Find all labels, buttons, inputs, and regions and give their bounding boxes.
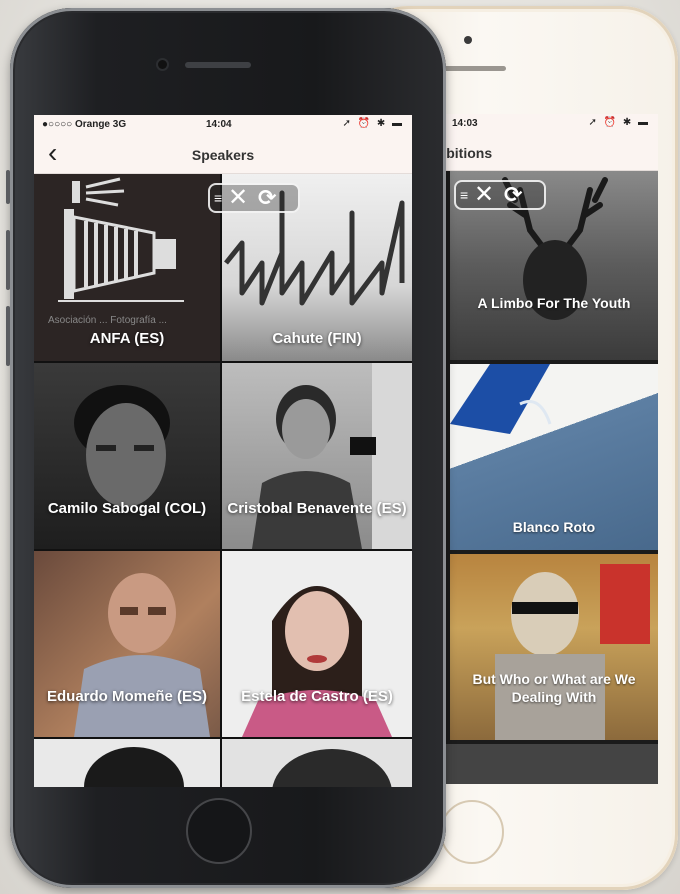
exhibition-tile-next[interactable] <box>416 744 658 784</box>
speaker-label: Cahute (FIN) <box>272 330 362 347</box>
status-icons: ➚ ⏰ ✱ ▬ <box>342 118 404 129</box>
status-bar: ●○○○○ Orange 3G 14:04 ➚ ⏰ ✱ ▬ <box>34 115 412 135</box>
portrait-image <box>242 586 392 737</box>
status-carrier: ●○○○○ Orange 3G <box>42 119 127 130</box>
speaker-label: ANFA (ES) <box>89 330 165 347</box>
front-phone-speaker <box>185 62 251 68</box>
overlay-controls[interactable]: ≡ ✕ ⟳ <box>208 183 300 213</box>
speaker-label: Estela de Castro (ES) <box>241 688 393 705</box>
speaker-tile-next-row[interactable] <box>222 739 412 787</box>
status-time: 14:04 <box>206 119 232 130</box>
exhibition-label: A Limbo For The Youth <box>477 295 631 311</box>
menu-icon[interactable]: ≡ <box>214 190 222 206</box>
speaker-label: Eduardo Momeñe (ES) <box>46 688 207 705</box>
front-phone-screen: Asociación ... Fotografía ... ANFA (ES) … <box>34 115 412 787</box>
collage-woman-image <box>495 564 650 740</box>
refresh-icon[interactable]: ⟳ <box>504 183 522 207</box>
back-overlay-controls[interactable]: ≡ ✕ ⟳ <box>454 180 546 210</box>
back-phone-screen: A Limbo For The Youth a Blanco Roto But … <box>416 114 658 784</box>
back-status-bar: 14:03 ➚ ⏰ ✱ ▬ <box>416 114 658 134</box>
anfa-logo-text: Asociación ... Fotografía ... <box>48 315 167 326</box>
portrait-image <box>84 747 184 787</box>
page-title: Speakers <box>191 147 255 163</box>
nav-bar: ‹ Speakers <box>34 135 412 174</box>
front-phone-home-button[interactable] <box>186 798 252 864</box>
speaker-label: Camilo Sabogal (COL) <box>47 500 207 517</box>
speaker-tile-eduardo-momene[interactable]: Eduardo Momeñe (ES) <box>34 551 220 737</box>
menu-icon[interactable]: ≡ <box>460 187 468 203</box>
close-icon[interactable]: ✕ <box>474 182 494 208</box>
side-button-volume-down[interactable] <box>6 306 10 366</box>
speaker-tile-estela-de-castro[interactable]: Estela de Castro (ES) <box>222 551 412 737</box>
exhibition-tile-blanco-roto[interactable]: Blanco Roto <box>450 364 658 550</box>
back-nav-bar: xhibitions <box>416 134 658 171</box>
speaker-label: Cristobal Benavente (ES) <box>227 500 407 517</box>
front-phone-camera <box>158 60 167 69</box>
back-status-time: 14:03 <box>452 118 478 129</box>
speaker-tile-camilo-sabogal[interactable]: Camilo Sabogal (COL) <box>34 363 220 549</box>
back-phone-camera <box>464 36 472 44</box>
close-icon[interactable]: ✕ <box>228 185 248 211</box>
portrait-image <box>272 749 392 787</box>
exhibition-tile-but-who[interactable]: But Who or What are We Dealing With <box>450 554 658 740</box>
portrait-image <box>74 385 170 507</box>
exhibition-label: But Who or What are We Dealing With <box>472 671 636 705</box>
back-phone-home-button[interactable] <box>440 800 504 864</box>
refresh-icon[interactable]: ⟳ <box>258 186 276 210</box>
side-button-volume-up[interactable] <box>6 230 10 290</box>
back-status-icons: ➚ ⏰ ✱ ▬ <box>588 117 650 128</box>
back-phone-speaker <box>442 66 506 71</box>
speaker-tile-anfa[interactable]: Asociación ... Fotografía ... ANFA (ES) <box>34 173 220 361</box>
speaker-tile-next-row[interactable] <box>34 739 220 787</box>
portrait-image <box>74 573 210 737</box>
exhibition-label: Blanco Roto <box>512 519 596 535</box>
speaker-tile-cristobal-benavente[interactable]: Cristobal Benavente (ES) <box>222 363 412 549</box>
side-button-mute[interactable] <box>6 170 10 204</box>
portrait-image <box>252 363 412 549</box>
